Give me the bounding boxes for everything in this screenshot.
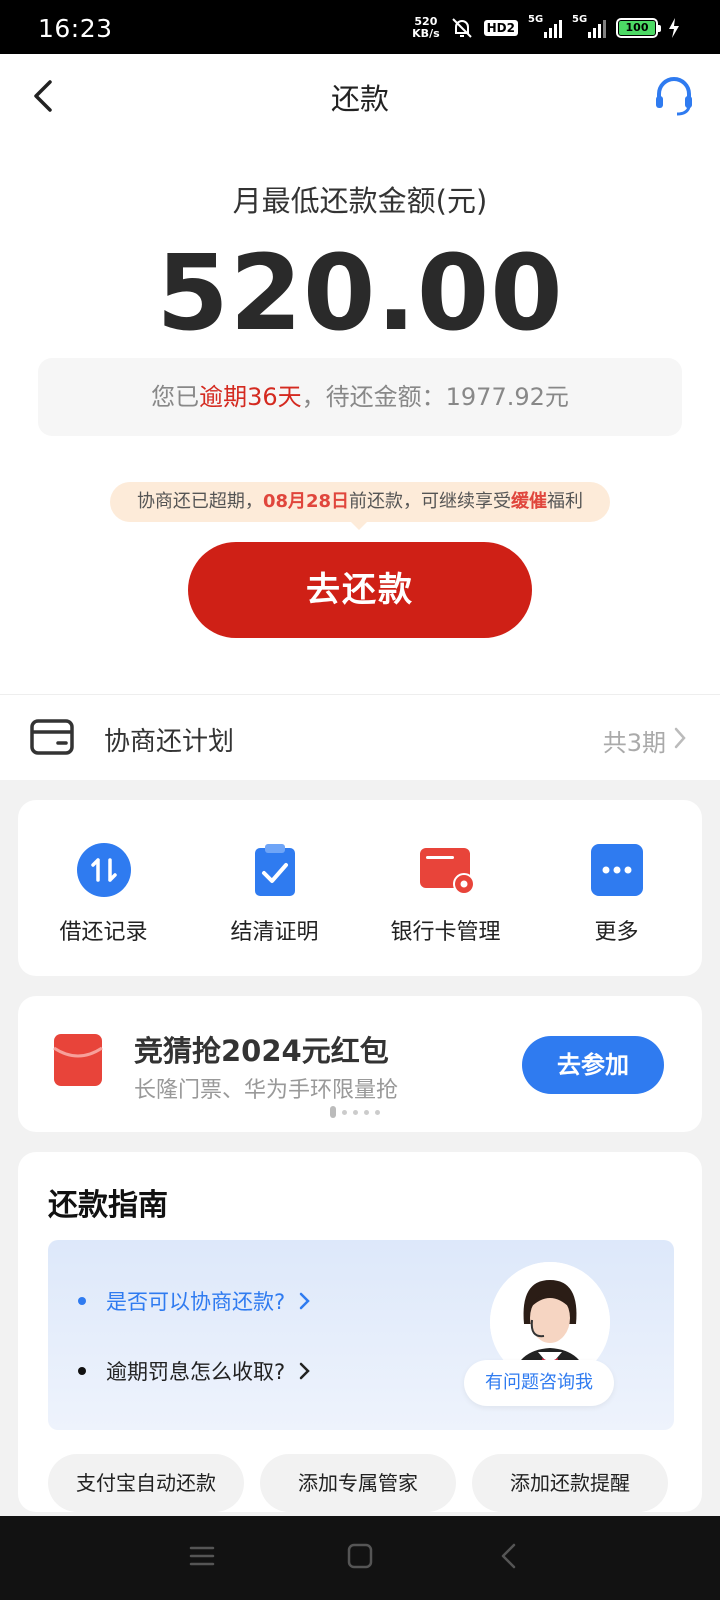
faq-item-penalty[interactable]: 逾期罚息怎么收取? bbox=[78, 1356, 311, 1386]
shortcut-bank-card-management[interactable]: 银行卡管理 bbox=[360, 800, 531, 976]
chip-add-manager[interactable]: 添加专属管家 bbox=[260, 1454, 456, 1512]
ask-agent-button[interactable]: 有问题咨询我 bbox=[464, 1360, 614, 1406]
nav-bar: 还款 bbox=[0, 54, 720, 138]
red-envelope-icon bbox=[53, 1034, 103, 1086]
overdue-days: 逾期36天 bbox=[199, 383, 302, 411]
repay-button[interactable]: 去还款 bbox=[188, 542, 532, 638]
shortcut-loan-records[interactable]: 借还记录 bbox=[18, 800, 189, 976]
chevron-right-icon bbox=[299, 1362, 310, 1380]
battery-icon: 100 bbox=[616, 18, 661, 38]
home-icon[interactable] bbox=[346, 1542, 374, 1570]
network-speed: 520 KB/s bbox=[412, 15, 440, 40]
repay-guide-card: 还款指南 是否可以协商还款? 逾期罚息怎么收取? 有问题咨询我 支付宝自动还款 … bbox=[18, 1152, 702, 1512]
status-time: 16:23 bbox=[38, 14, 113, 43]
promo-subtitle: 长隆门票、华为手环限量抢 bbox=[134, 1078, 399, 1103]
headset-icon[interactable] bbox=[650, 72, 698, 120]
join-button[interactable]: 去参加 bbox=[522, 1036, 664, 1094]
clipboard-check-icon bbox=[254, 844, 295, 896]
overdue-info: 您已逾期36天，待还金额：1977.92元 bbox=[38, 358, 682, 436]
shortcut-settlement-proof[interactable]: 结清证明 bbox=[189, 800, 360, 976]
more-dots-icon bbox=[590, 844, 643, 896]
grace-tip-bubble: 协商还已超期，08月28日前还款，可继续享受缓催福利 bbox=[110, 482, 610, 530]
promo-banner[interactable]: 竞猜抢2024元红包 长隆门票、华为手环限量抢 去参加 bbox=[18, 996, 702, 1132]
min-amount-label: 月最低还款金额(元) bbox=[232, 184, 488, 218]
charging-icon bbox=[669, 18, 679, 38]
signal-icon-2: 5G bbox=[572, 14, 606, 38]
status-bar: 16:23 520 KB/s HD2 5G 5G 100 bbox=[0, 0, 720, 54]
promo-title: 竞猜抢2024元红包 bbox=[134, 1034, 389, 1068]
menu-icon[interactable] bbox=[188, 1542, 216, 1570]
signal-icon: 5G bbox=[528, 14, 562, 38]
chip-alipay-autopay[interactable]: 支付宝自动还款 bbox=[48, 1454, 244, 1512]
guide-faq-panel: 是否可以协商还款? 逾期罚息怎么收取? 有问题咨询我 bbox=[48, 1240, 674, 1430]
card-icon bbox=[30, 719, 74, 755]
chevron-right-icon bbox=[674, 727, 686, 749]
back-nav-icon[interactable] bbox=[496, 1542, 524, 1570]
min-amount-value: 520.00 bbox=[156, 232, 564, 354]
transfer-icon bbox=[76, 843, 131, 897]
repay-summary-section: 还款 月最低还款金额(元) 520.00 您已逾期36天，待还金额：1977.9… bbox=[0, 54, 720, 780]
status-icons: 520 KB/s HD2 5G 5G 100 bbox=[412, 14, 680, 42]
bank-card-gear-icon bbox=[419, 848, 474, 895]
plan-count: 共3期 bbox=[602, 729, 666, 757]
mute-bell-icon bbox=[451, 18, 472, 38]
negotiated-plan-row[interactable]: 协商还计划 共3期 bbox=[0, 695, 720, 780]
carousel-indicator bbox=[330, 1106, 380, 1118]
faq-item-negotiate[interactable]: 是否可以协商还款? bbox=[78, 1286, 311, 1316]
shortcut-grid: 借还记录 结清证明 银行卡管理 更多 bbox=[18, 800, 702, 976]
guide-title: 还款指南 bbox=[48, 1188, 168, 1223]
page-title: 还款 bbox=[330, 82, 389, 116]
shortcut-more[interactable]: 更多 bbox=[531, 800, 702, 976]
plan-label: 协商还计划 bbox=[104, 727, 235, 757]
guide-chips: 支付宝自动还款 添加专属管家 添加还款提醒 bbox=[48, 1454, 668, 1512]
system-nav-bar bbox=[0, 1516, 720, 1600]
hd-badge: HD2 bbox=[483, 20, 518, 36]
chip-add-reminder[interactable]: 添加还款提醒 bbox=[472, 1454, 668, 1512]
chevron-right-icon bbox=[299, 1292, 310, 1310]
